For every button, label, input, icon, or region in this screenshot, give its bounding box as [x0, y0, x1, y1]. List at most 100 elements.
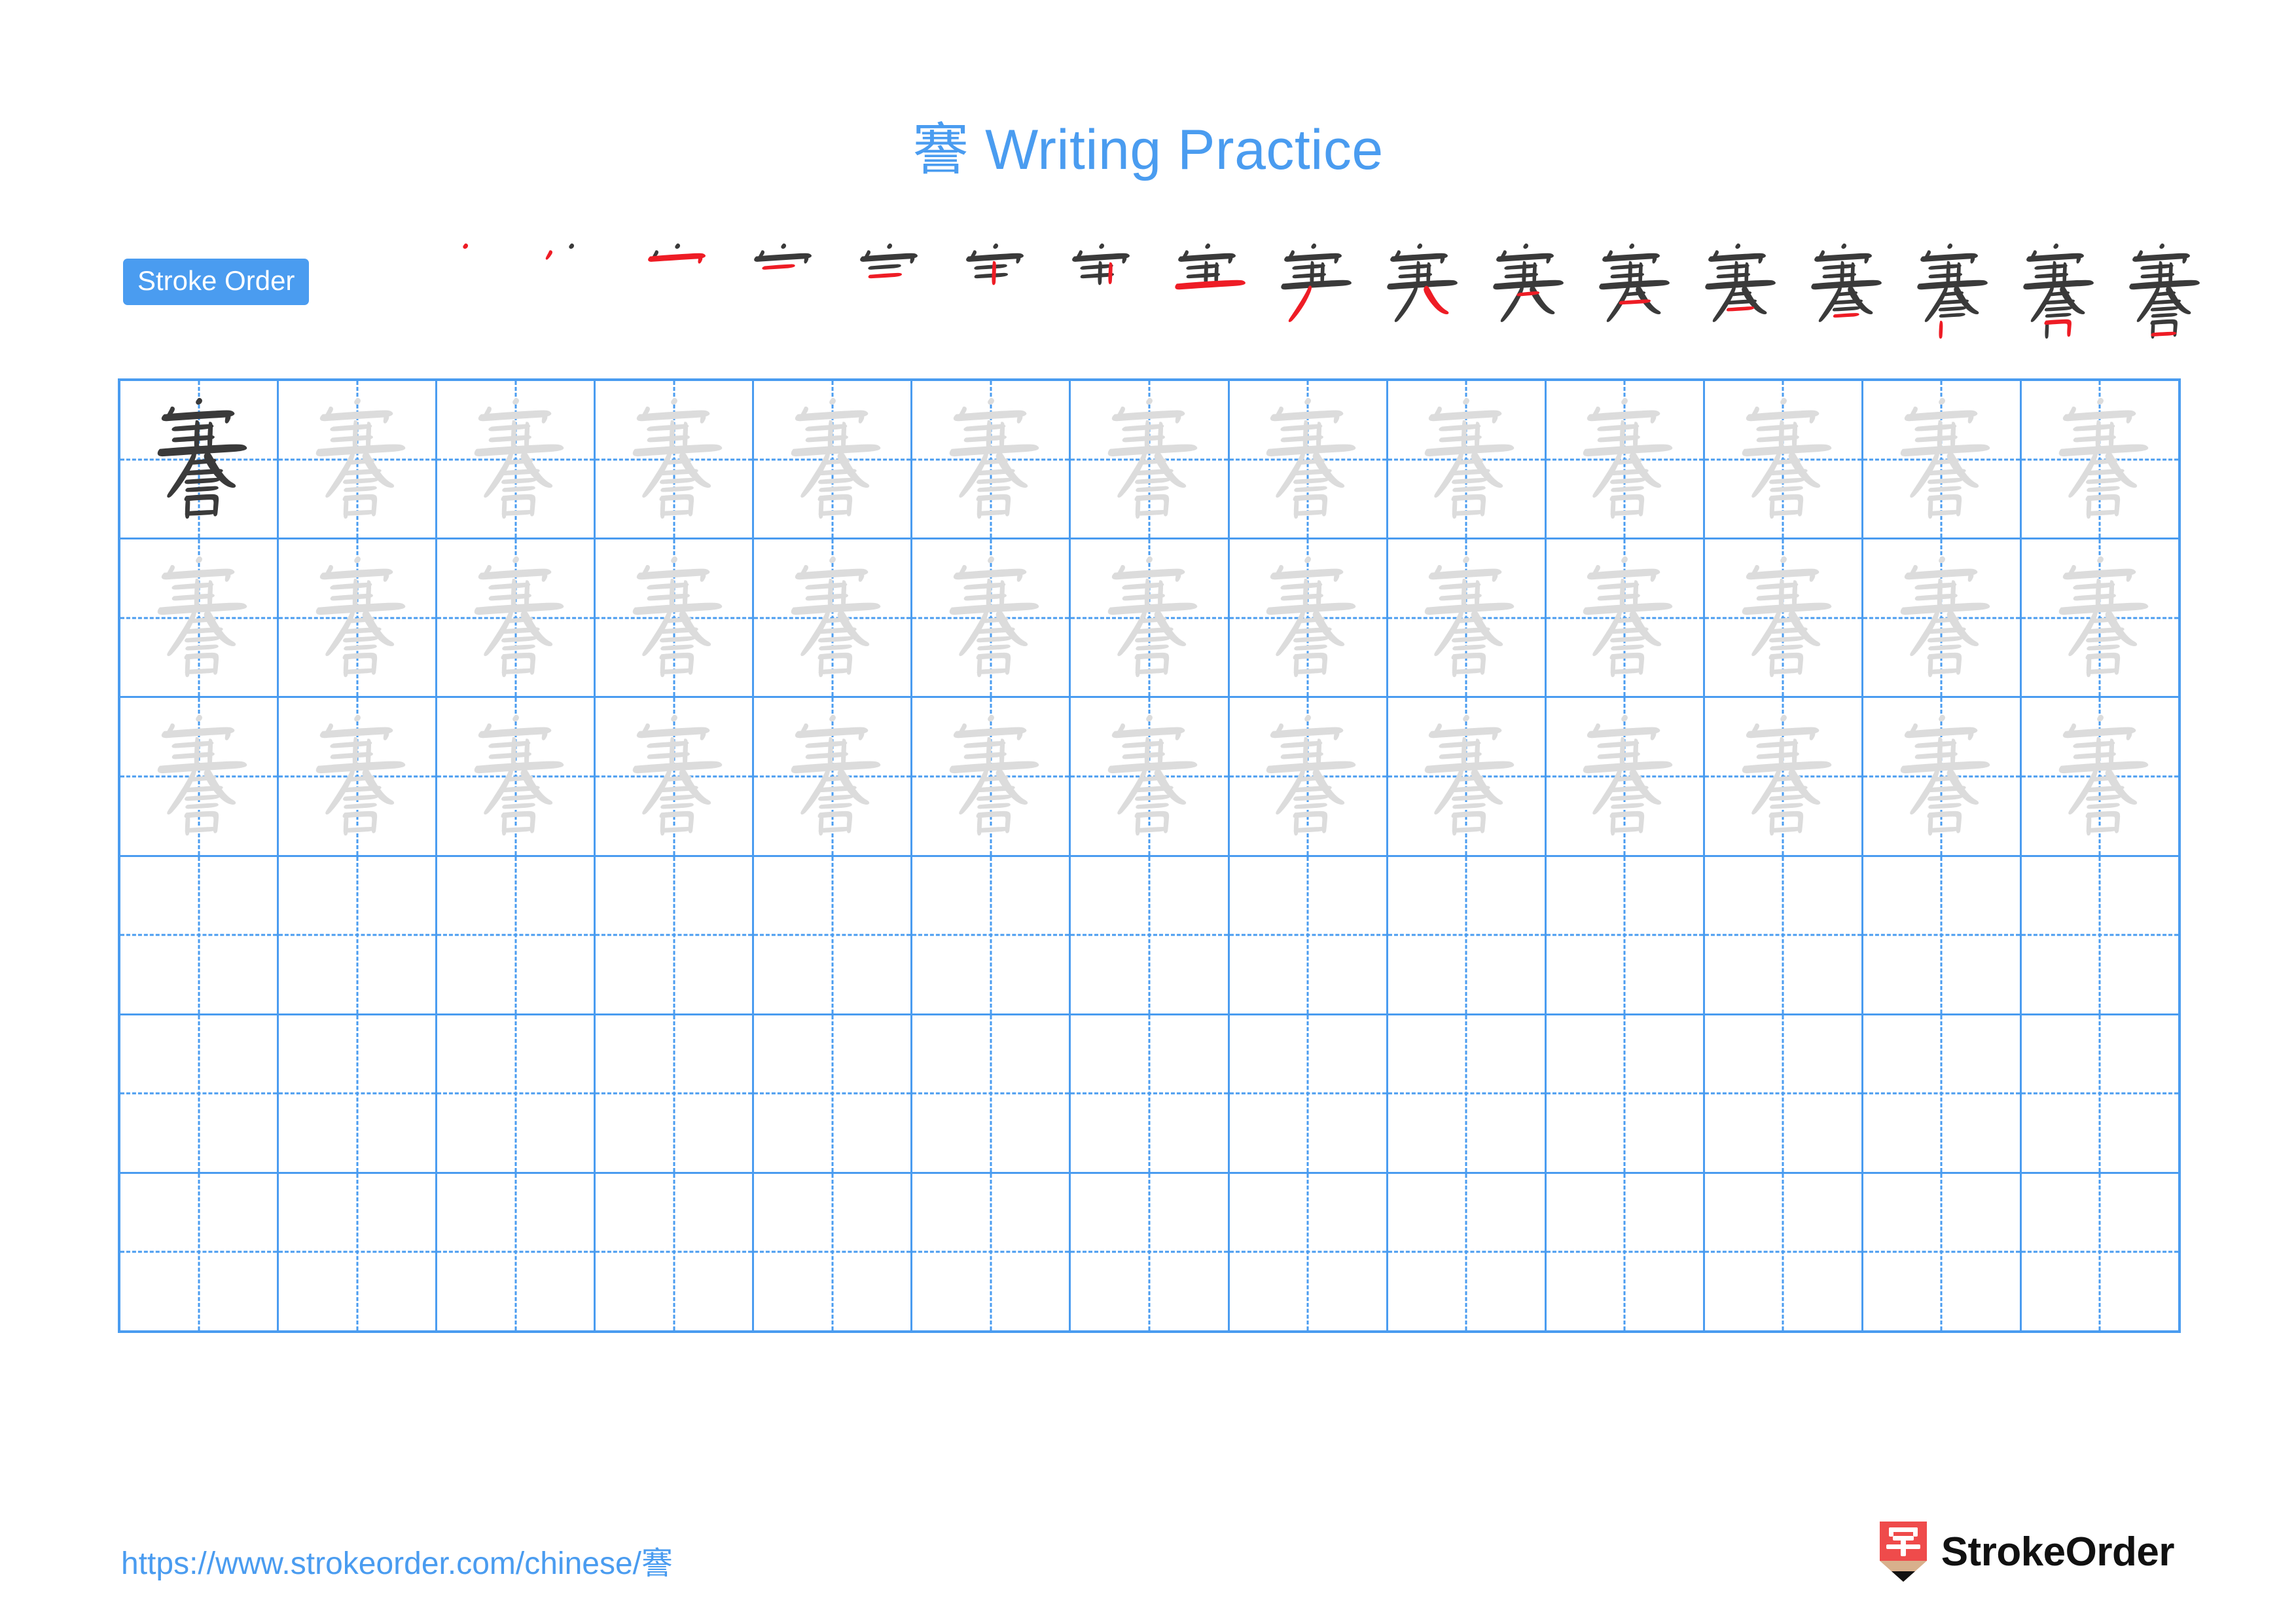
practice-cell[interactable]	[120, 539, 279, 697]
cell-horizontal-guide	[437, 934, 594, 936]
practice-cell[interactable]	[1388, 539, 1547, 697]
practice-cell[interactable]	[1071, 856, 1230, 1013]
cell-horizontal-guide	[1863, 1092, 2020, 1095]
practice-cell[interactable]	[1704, 381, 1863, 538]
cell-horizontal-guide	[437, 1092, 594, 1095]
practice-cell[interactable]	[1863, 698, 2022, 855]
practice-cell[interactable]	[1388, 1173, 1547, 1331]
practice-cell[interactable]	[1388, 1015, 1547, 1172]
practice-cell[interactable]	[279, 856, 438, 1013]
practice-cell[interactable]	[1388, 698, 1547, 855]
cell-horizontal-guide	[1071, 1250, 1228, 1253]
practice-cell[interactable]	[596, 1173, 755, 1331]
practice-cell[interactable]	[279, 381, 438, 538]
cell-horizontal-guide	[912, 934, 1069, 936]
practice-cell[interactable]	[1863, 1015, 2022, 1172]
page-title-character: 謇	[912, 117, 969, 183]
practice-cell[interactable]	[912, 539, 1071, 697]
trace-character	[1547, 381, 1703, 538]
practice-cell[interactable]	[1863, 856, 2022, 1013]
practice-cell[interactable]	[754, 698, 913, 855]
practice-cell[interactable]	[1704, 856, 1863, 1013]
practice-cell[interactable]	[1863, 1173, 2022, 1331]
practice-cell[interactable]	[596, 856, 755, 1013]
practice-grid-row	[120, 381, 2179, 540]
practice-cell[interactable]	[754, 1173, 913, 1331]
trace-character	[2022, 381, 2178, 538]
practice-cell[interactable]	[1071, 381, 1230, 538]
practice-cell[interactable]	[1229, 856, 1388, 1013]
practice-cell[interactable]	[1863, 539, 2022, 697]
cell-horizontal-guide	[596, 934, 753, 936]
practice-cell[interactable]	[437, 1173, 596, 1331]
practice-cell[interactable]	[596, 381, 755, 538]
practice-cell[interactable]	[1704, 539, 1863, 697]
practice-cell[interactable]	[1546, 539, 1705, 697]
practice-cell[interactable]	[912, 1173, 1071, 1331]
stroke-order-step-16	[2003, 236, 2109, 348]
practice-cell[interactable]	[1546, 698, 1705, 855]
cell-horizontal-guide	[754, 1250, 911, 1253]
practice-cell[interactable]	[754, 539, 913, 697]
practice-cell[interactable]	[1546, 1173, 1705, 1331]
trace-character	[437, 698, 594, 854]
practice-cell[interactable]	[120, 856, 279, 1013]
practice-cell[interactable]	[1071, 539, 1230, 697]
practice-cell[interactable]	[437, 698, 596, 855]
practice-cell[interactable]	[279, 539, 438, 697]
practice-cell[interactable]	[912, 698, 1071, 855]
practice-cell[interactable]	[120, 1173, 279, 1331]
practice-cell[interactable]	[279, 1173, 438, 1331]
footer-url[interactable]: https://www.strokeorder.com/chinese/謇	[121, 1537, 673, 1583]
practice-cell[interactable]	[596, 539, 755, 697]
practice-cell[interactable]	[1704, 1015, 1863, 1172]
practice-cell[interactable]	[2021, 1173, 2179, 1331]
practice-cell[interactable]	[1229, 381, 1388, 538]
practice-cell[interactable]	[1388, 856, 1547, 1013]
trace-character	[596, 539, 752, 696]
practice-cell[interactable]	[437, 1015, 596, 1172]
practice-cell[interactable]	[754, 381, 913, 538]
practice-cell[interactable]	[437, 856, 596, 1013]
practice-cell[interactable]	[2021, 698, 2179, 855]
practice-cell[interactable]	[1071, 698, 1230, 855]
practice-cell[interactable]	[2021, 1015, 2179, 1172]
practice-cell[interactable]	[120, 698, 279, 855]
stroke-order-step-10	[1367, 236, 1473, 348]
practice-cell[interactable]	[912, 856, 1071, 1013]
practice-cell[interactable]	[1546, 381, 1705, 538]
practice-cell[interactable]	[754, 1015, 913, 1172]
practice-cell[interactable]	[1229, 1015, 1388, 1172]
practice-cell[interactable]	[437, 381, 596, 538]
practice-cell[interactable]	[120, 381, 279, 538]
cell-horizontal-guide	[120, 1092, 278, 1095]
stroke-order-step-15	[1897, 236, 2003, 348]
practice-cell[interactable]	[596, 1015, 755, 1172]
practice-cell[interactable]	[912, 381, 1071, 538]
practice-cell[interactable]	[912, 1015, 1071, 1172]
practice-cell[interactable]	[279, 1015, 438, 1172]
practice-cell[interactable]	[2021, 381, 2179, 538]
practice-cell[interactable]	[1229, 698, 1388, 855]
practice-cell[interactable]	[1388, 381, 1547, 538]
practice-cell[interactable]	[1071, 1015, 1230, 1172]
practice-cell[interactable]	[2021, 539, 2179, 697]
practice-cell[interactable]	[1546, 1015, 1705, 1172]
practice-cell[interactable]	[1704, 698, 1863, 855]
stroke-order-step-13	[1685, 236, 1791, 348]
practice-cell[interactable]	[596, 698, 755, 855]
cell-horizontal-guide	[279, 1250, 436, 1253]
trace-character	[2022, 698, 2178, 854]
practice-cell[interactable]	[1229, 1173, 1388, 1331]
practice-cell[interactable]	[120, 1015, 279, 1172]
practice-cell[interactable]	[754, 856, 913, 1013]
practice-cell[interactable]	[1546, 856, 1705, 1013]
practice-cell[interactable]	[1229, 539, 1388, 697]
practice-cell[interactable]	[1071, 1173, 1230, 1331]
practice-cell[interactable]	[1863, 381, 2022, 538]
practice-cell[interactable]	[279, 698, 438, 855]
practice-cell[interactable]	[437, 539, 596, 697]
practice-grid-row	[120, 539, 2179, 699]
practice-cell[interactable]	[2021, 856, 2179, 1013]
practice-cell[interactable]	[1704, 1173, 1863, 1331]
